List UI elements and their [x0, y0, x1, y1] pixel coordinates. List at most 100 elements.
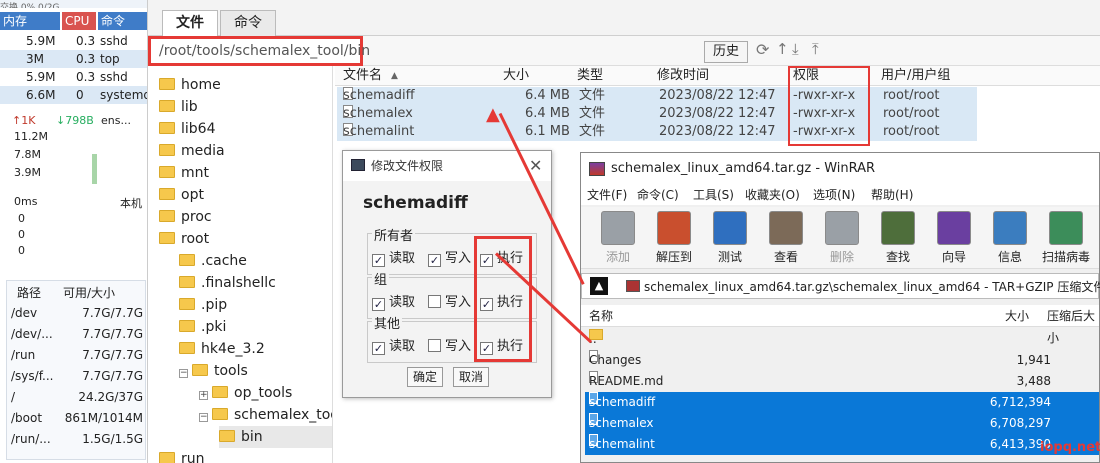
process-row[interactable]: 5.9M 0.3 sshd: [0, 68, 147, 86]
col-type[interactable]: 类型: [577, 66, 603, 86]
rar-test-button[interactable]: 测试: [705, 211, 755, 265]
rar-file-name: Changes: [589, 353, 642, 367]
rar-extract-button[interactable]: 解压到: [649, 211, 699, 265]
tree-item-tools[interactable]: − tools: [179, 360, 248, 382]
net-iface[interactable]: ens...: [101, 114, 131, 127]
mem-column-header[interactable]: 内存: [0, 12, 60, 30]
process-row[interactable]: 3M 0.3 top: [0, 50, 147, 68]
expand-icon[interactable]: +: [199, 391, 208, 400]
rar-file-name: schemalex: [589, 416, 654, 430]
tree-item-label: mnt: [181, 165, 209, 181]
col-name[interactable]: 文件名: [343, 66, 382, 86]
file-type: 文件: [579, 88, 606, 103]
upload-icon[interactable]: ⤒: [812, 40, 819, 58]
rar-menu-item[interactable]: 文件(F): [587, 185, 627, 205]
rar-col-size[interactable]: 大小: [1005, 305, 1029, 327]
collapse-icon[interactable]: −: [179, 369, 188, 378]
tab-commands[interactable]: 命令: [220, 10, 276, 36]
tree-item-hk4e-3-2[interactable]: hk4e_3.2: [179, 338, 265, 360]
file-row[interactable]: schemalint 6.1 MB 文件 2023/08/22 12:47 -r…: [337, 123, 977, 141]
tree-item-lib64[interactable]: lib64: [159, 118, 215, 140]
disk-row: /boot 861M/1014M: [7, 408, 145, 428]
latency-graph: 0ms 本机 0 0 0: [0, 192, 147, 270]
file-row[interactable]: schemalex 6.4 MB 文件 2023/08/22 12:47 -rw…: [337, 105, 977, 123]
disk-size-header: 可用/大小: [63, 286, 116, 300]
cancel-button[interactable]: 取消: [453, 367, 489, 387]
rar-file-row[interactable]: schemalex 6,708,297: [585, 413, 1099, 434]
tab-files[interactable]: 文件: [162, 10, 218, 37]
rar-menu-item[interactable]: 命令(C): [637, 185, 679, 205]
rar-add-button[interactable]: 添加: [593, 211, 643, 265]
folder-icon: [212, 386, 228, 398]
read-checkbox[interactable]: ✓ 读取: [372, 247, 415, 267]
history-button[interactable]: 历史: [704, 41, 748, 63]
folder-icon: [159, 100, 175, 112]
tree-item-bin[interactable]: bin: [219, 426, 332, 448]
tree-item-proc[interactable]: proc: [159, 206, 212, 228]
net-down: ↓798B: [56, 114, 94, 127]
tree-item-home[interactable]: home: [159, 74, 221, 96]
rar-menu-item[interactable]: 收藏夹(O): [745, 185, 800, 205]
archive-path: schemalex_linux_amd64.tar.gz\schemalex_l…: [644, 280, 1100, 294]
disk-path: /sys/f...: [11, 369, 54, 383]
refresh-icon[interactable]: ⟳: [756, 40, 769, 59]
ok-button[interactable]: 确定: [407, 367, 443, 387]
rar-info-button[interactable]: 信息: [985, 211, 1035, 265]
folder-icon: [192, 364, 208, 376]
tree-item-schemalex-tool[interactable]: − schemalex_tool: [199, 404, 332, 426]
tree-item-finalshellc[interactable]: .finalshellc: [179, 272, 276, 294]
rar-file-row[interactable]: ..: [585, 329, 1099, 350]
download-icon[interactable]: ⤓: [792, 40, 799, 58]
cmd-column-header[interactable]: 命令: [98, 12, 147, 30]
up-icon[interactable]: ↑: [776, 40, 789, 58]
rar-file-row[interactable]: README.md 3,488: [585, 371, 1099, 392]
test-icon: [713, 211, 747, 245]
cpu-column-header[interactable]: CPU: [62, 12, 96, 30]
collapse-icon[interactable]: −: [199, 413, 208, 422]
tree-item-lib[interactable]: lib: [159, 96, 198, 118]
disk-path: /dev/...: [11, 327, 53, 341]
up-folder-icon[interactable]: ▲: [590, 277, 608, 295]
process-row[interactable]: 6.6M 0 systemd: [0, 86, 147, 104]
winrar-address-bar[interactable]: ▲ schemalex_linux_amd64.tar.gz\schemalex…: [581, 273, 1100, 299]
rar-file-row[interactable]: schemadiff 6,712,394: [585, 392, 1099, 413]
folder-icon: [159, 166, 175, 178]
read-checkbox[interactable]: ✓ 读取: [372, 335, 415, 355]
write-checkbox[interactable]: ✓ 写入: [428, 247, 471, 267]
rar-view-button[interactable]: 查看: [761, 211, 811, 265]
write-checkbox[interactable]: 写入: [428, 335, 471, 354]
tree-item-pip[interactable]: .pip: [179, 294, 227, 316]
read-checkbox[interactable]: ✓ 读取: [372, 291, 415, 311]
tree-item-run[interactable]: run: [159, 448, 205, 463]
rar-delete-button[interactable]: 删除: [817, 211, 867, 265]
col-mtime[interactable]: 修改时间: [657, 66, 709, 86]
winrar-list-header: 名称 大小 压缩后大小: [581, 305, 1099, 345]
path-input[interactable]: /root/tools/schemalex_tool/bin: [148, 36, 370, 66]
rar-menu-item[interactable]: 工具(S): [693, 185, 734, 205]
tree-item-mnt[interactable]: mnt: [159, 162, 209, 184]
tree-item-cache[interactable]: .cache: [179, 250, 247, 272]
rar-col-name[interactable]: 名称: [589, 305, 613, 327]
rar-wizard-button[interactable]: 向导: [929, 211, 979, 265]
tree-item-op-tools[interactable]: + op_tools: [199, 382, 292, 404]
close-icon[interactable]: ✕: [529, 156, 542, 175]
disk-row: /sys/f... 7.7G/7.7G: [7, 366, 145, 386]
tree-item-label: tools: [214, 363, 248, 379]
write-checkbox[interactable]: 写入: [428, 291, 471, 310]
tree-item-pki[interactable]: .pki: [179, 316, 226, 338]
rar-file-name: schemalint: [589, 437, 655, 451]
rar-file-row[interactable]: Changes 1,941: [585, 350, 1099, 371]
rar-menu-item[interactable]: 选项(N): [813, 185, 855, 205]
col-owner[interactable]: 用户/用户组: [881, 66, 950, 86]
process-row[interactable]: 5.9M 0.3 sshd: [0, 32, 147, 50]
col-size[interactable]: 大小: [503, 66, 529, 86]
tree-item-root[interactable]: root: [159, 228, 209, 250]
tree-item-media[interactable]: media: [159, 140, 225, 162]
rar-virus-scan-button[interactable]: 扫描病毒: [1041, 211, 1091, 265]
folder-icon: [159, 452, 175, 463]
rar-menu-item[interactable]: 帮助(H): [871, 185, 913, 205]
rar-file-row[interactable]: schemalint 6,413,390: [585, 434, 1099, 455]
tree-item-opt[interactable]: opt: [159, 184, 204, 206]
file-row[interactable]: schemadiff 6.4 MB 文件 2023/08/22 12:47 -r…: [337, 87, 977, 105]
rar-find-button[interactable]: 查找: [873, 211, 923, 265]
